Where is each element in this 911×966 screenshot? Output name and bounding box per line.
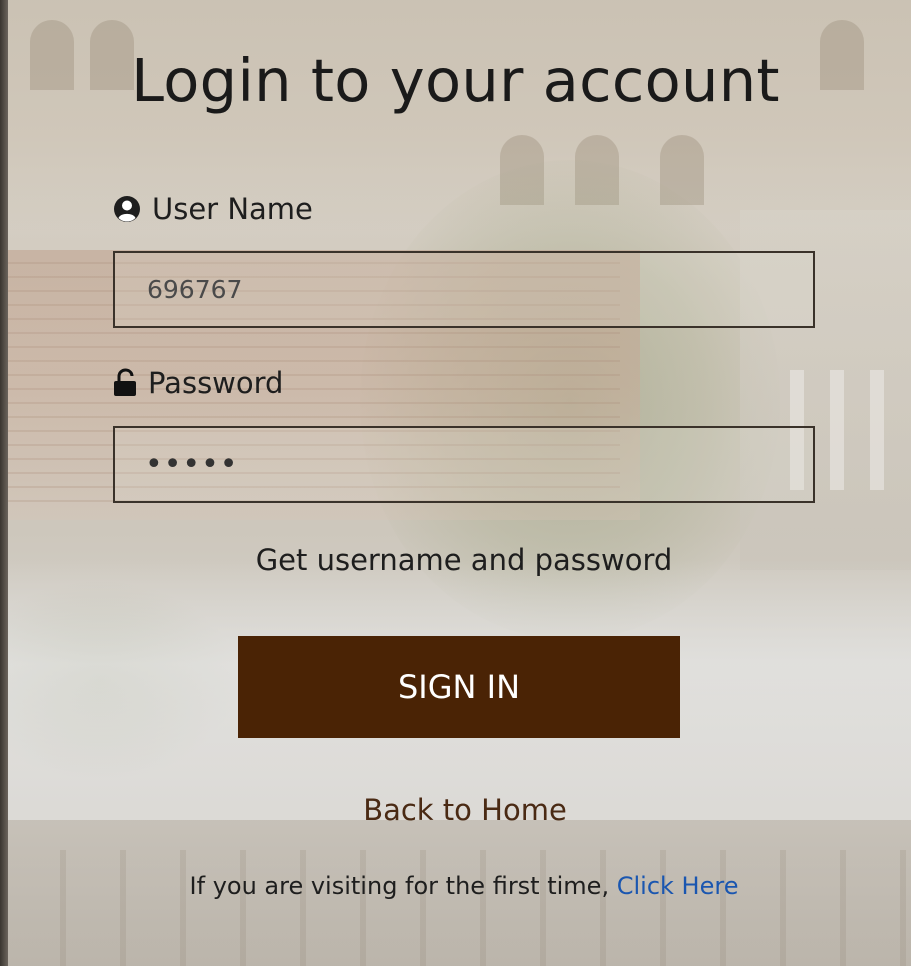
login-form: Login to your account User Name Pa bbox=[0, 0, 911, 966]
first-time-notice: If you are visiting for the first time, … bbox=[0, 872, 911, 900]
unlock-icon bbox=[112, 368, 138, 398]
sign-in-button[interactable]: SIGN IN bbox=[238, 636, 680, 738]
password-label: Password bbox=[148, 366, 284, 400]
get-credentials-link[interactable]: Get username and password bbox=[0, 543, 911, 577]
user-circle-icon bbox=[112, 194, 142, 224]
password-input[interactable]: ••••• bbox=[145, 447, 238, 482]
login-page: Login to your account User Name Pa bbox=[0, 0, 911, 966]
username-input[interactable] bbox=[145, 274, 813, 305]
username-label-row: User Name bbox=[112, 192, 313, 226]
password-label-row: Password bbox=[112, 366, 283, 400]
username-field[interactable] bbox=[113, 251, 815, 328]
username-label: User Name bbox=[152, 192, 313, 226]
back-to-home-link[interactable]: Back to Home bbox=[0, 793, 911, 827]
page-title: Login to your account bbox=[131, 46, 780, 115]
password-field[interactable]: ••••• bbox=[113, 426, 815, 503]
first-time-text: If you are visiting for the first time, bbox=[189, 872, 610, 900]
click-here-link[interactable]: Click Here bbox=[617, 872, 739, 900]
